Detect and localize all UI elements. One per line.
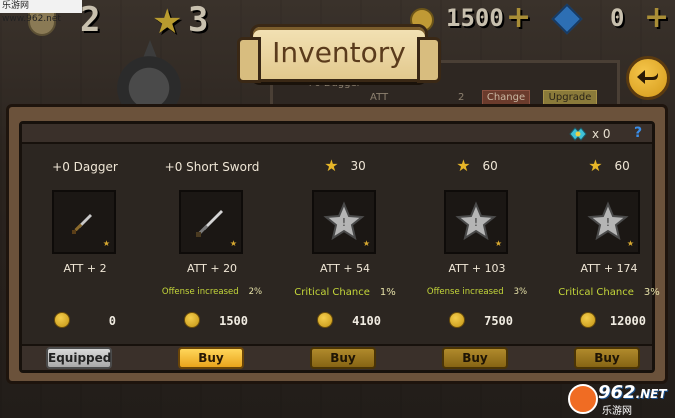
item-att: ATT + 20 xyxy=(186,262,238,275)
effect-percent: 3% xyxy=(513,287,528,297)
coins-value: 1500 xyxy=(446,4,504,32)
item-effect: Offense increased 3% xyxy=(414,287,540,297)
effect-label: Offense increased xyxy=(161,287,239,297)
item-slot[interactable]: ★ xyxy=(179,190,243,254)
svg-text:!: ! xyxy=(474,216,478,229)
item-price: 7500 xyxy=(484,314,513,328)
item-card-locked-3: ★ 60 ! ★ ATT + 174 Critical Chance 3% xyxy=(546,152,672,322)
price-row-locked-2: 7500 xyxy=(449,312,513,330)
star-icon: ★ xyxy=(152,2,183,42)
watermark-number: 962.NET xyxy=(598,382,667,403)
rank-star-icon: ★ xyxy=(229,239,237,248)
background-count: 2 xyxy=(458,92,465,103)
item-effect: Critical Chance 3% xyxy=(546,287,672,298)
item-card-short-sword: +0 Short Sword ★ ATT + 20 Offense increa… xyxy=(149,152,275,322)
item-price: 4100 xyxy=(352,314,381,328)
required-stars: 60 xyxy=(482,159,498,173)
item-att: ATT + 174 xyxy=(580,262,638,275)
buy-button-locked-2[interactable]: Buy xyxy=(442,347,508,369)
background-att-label: ATT xyxy=(370,92,389,103)
item-att: ATT + 54 xyxy=(319,262,371,275)
item-slot[interactable]: ★ xyxy=(52,190,116,254)
price-row-dagger: 0 xyxy=(54,312,116,330)
item-effect: Offense increased 2% xyxy=(149,287,275,297)
buy-button-locked-1[interactable]: Buy xyxy=(310,347,376,369)
star-requirement: ★ 60 xyxy=(546,156,672,175)
rank-star-icon: ★ xyxy=(102,239,110,248)
rank-star-icon: ★ xyxy=(494,239,502,248)
add-coins-button[interactable]: + xyxy=(506,0,531,35)
panel-header: x 0 ? xyxy=(22,124,652,144)
svg-text:!: ! xyxy=(342,216,346,229)
gems-value: 0 xyxy=(610,4,625,32)
level-value: 2 xyxy=(80,0,101,40)
coin-icon xyxy=(580,312,596,328)
coin-icon xyxy=(184,312,200,328)
item-price: 12000 xyxy=(609,314,646,328)
coin-icon xyxy=(317,312,333,328)
add-gems-button[interactable]: + xyxy=(644,0,669,35)
rank-star-icon: ★ xyxy=(362,239,370,248)
equipped-button[interactable]: Equipped xyxy=(46,347,112,369)
inventory-panel: x 0 ? +0 Dagger ★ ATT + 2 +0 Short Sword xyxy=(6,104,668,384)
effect-label: Critical Chance xyxy=(294,287,370,298)
price-row-locked-1: 4100 xyxy=(317,312,381,330)
back-button[interactable] xyxy=(626,56,670,100)
stars-value: 3 xyxy=(188,0,209,40)
price-row-short-sword: 1500 xyxy=(184,312,248,330)
required-stars: 60 xyxy=(614,159,630,173)
item-price: 0 xyxy=(108,314,116,328)
effect-percent: 1% xyxy=(379,287,396,298)
price-row-locked-3: 12000 xyxy=(580,312,646,330)
ticket-icon xyxy=(569,127,587,141)
buy-button-locked-3[interactable]: Buy xyxy=(574,347,640,369)
item-name: +0 Dagger xyxy=(52,160,118,174)
effect-label: Offense increased xyxy=(426,287,504,297)
item-price: 1500 xyxy=(219,314,248,328)
item-att: ATT + 2 xyxy=(63,262,107,275)
star-icon: ★ xyxy=(456,156,471,175)
page-title: Inventory xyxy=(272,36,406,69)
watermark-text: 乐游网 www.962.net xyxy=(0,0,82,24)
back-arrow-icon xyxy=(637,70,658,84)
svg-text:!: ! xyxy=(606,216,610,229)
item-slot[interactable]: ! ★ xyxy=(444,190,508,254)
watermark-site-name: 乐游网 xyxy=(602,406,632,417)
help-button[interactable]: ? xyxy=(634,125,642,141)
star-icon: ★ xyxy=(324,156,339,175)
item-name: +0 Short Sword xyxy=(164,160,260,174)
ticket-count: x 0 xyxy=(592,127,611,141)
buy-button-short-sword[interactable]: Buy xyxy=(178,347,244,369)
star-requirement: ★ 60 xyxy=(414,156,540,175)
item-slot[interactable]: ! ★ xyxy=(576,190,640,254)
effect-label: Critical Chance xyxy=(558,287,634,298)
rank-star-icon: ★ xyxy=(626,239,634,248)
item-effect: Critical Chance 1% xyxy=(282,287,408,298)
effect-percent: 3% xyxy=(643,287,660,298)
item-att: ATT + 103 xyxy=(448,262,506,275)
coin-icon xyxy=(54,312,70,328)
coin-icon xyxy=(449,312,465,328)
inventory-inner: x 0 ? +0 Dagger ★ ATT + 2 +0 Short Sword xyxy=(19,121,660,373)
item-card-locked-2: ★ 60 ! ★ ATT + 103 Offense increased 3% xyxy=(414,152,540,322)
inventory-title-banner: Inventory xyxy=(237,24,441,83)
watermark-circle-icon xyxy=(568,384,598,414)
required-stars: 30 xyxy=(350,159,366,173)
star-icon: ★ xyxy=(588,156,603,175)
effect-percent: 2% xyxy=(248,287,263,297)
site-watermark-logo: 962.NET 乐游网 xyxy=(568,382,672,417)
item-slot[interactable]: ! ★ xyxy=(312,190,376,254)
item-card-dagger: +0 Dagger ★ ATT + 2 xyxy=(22,152,148,322)
star-requirement: ★ 30 xyxy=(282,156,408,175)
item-card-locked-1: ★ 30 ! ★ ATT + 54 Critical Chance 1% xyxy=(282,152,408,322)
